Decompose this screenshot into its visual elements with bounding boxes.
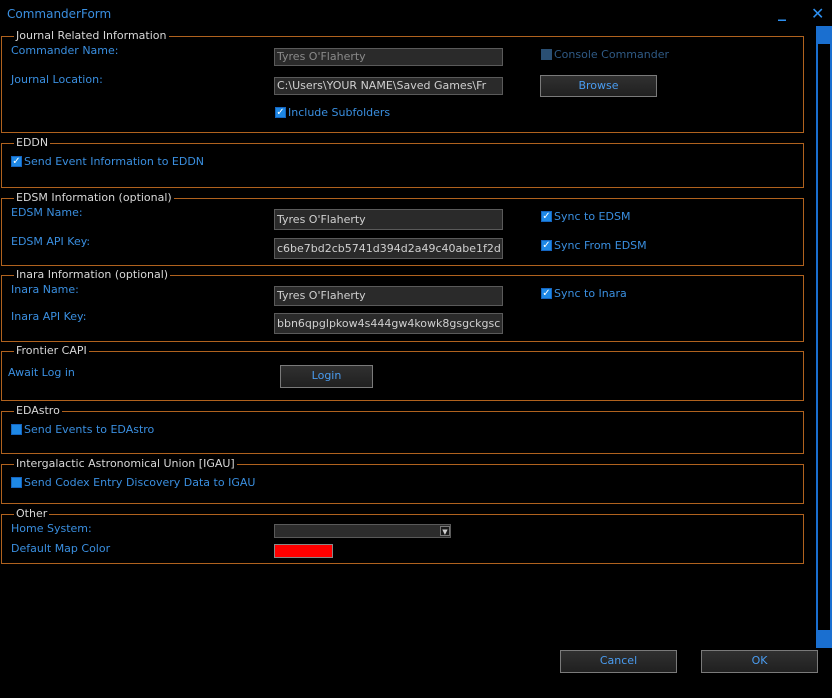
capi-legend: Frontier CAPI — [14, 344, 89, 358]
window-title: CommanderForm — [7, 7, 112, 21]
eddn-legend: EDDN — [14, 136, 51, 150]
edastro-legend: EDAstro — [14, 404, 62, 418]
close-button[interactable]: ✕ — [811, 6, 824, 22]
console-commander-checkbox[interactable] — [541, 49, 552, 60]
map-color-swatch[interactable] — [274, 544, 333, 558]
inara-legend: Inara Information (optional) — [14, 268, 171, 282]
edsm-api-key-label: EDSM API Key: — [11, 235, 91, 248]
inara-name-input[interactable]: Tyres O'Flaherty — [274, 286, 503, 306]
edsm-name-input[interactable]: Tyres O'Flaherty — [274, 209, 503, 230]
capi-group: Frontier CAPI — [1, 344, 804, 401]
chevron-down-icon[interactable]: ▼ — [440, 526, 450, 536]
commander-name-label: Commander Name: — [11, 44, 119, 57]
browse-button[interactable]: Browse — [540, 75, 657, 97]
scrollbar-track — [818, 44, 830, 630]
cancel-button[interactable]: Cancel — [560, 650, 677, 673]
home-system-label: Home System: — [11, 522, 92, 535]
vertical-scrollbar[interactable] — [816, 26, 832, 648]
edastro-send-label: Send Events to EDAstro — [24, 423, 155, 436]
inara-name-label: Inara Name: — [11, 283, 79, 296]
include-subfolders-checkbox[interactable]: ✓ — [275, 107, 286, 118]
login-button[interactable]: Login — [280, 365, 373, 388]
journal-legend: Journal Related Information — [14, 29, 169, 43]
sync-to-edsm-label: Sync to EDSM — [554, 210, 631, 223]
inara-api-key-label: Inara API Key: — [11, 310, 87, 323]
other-legend: Other — [14, 507, 50, 521]
edsm-name-label: EDSM Name: — [11, 206, 83, 219]
igau-legend: Intergalactic Astronomical Union [IGAU] — [14, 457, 237, 471]
capi-status-label: Await Log in — [8, 366, 75, 379]
sync-from-edsm-checkbox[interactable]: ✓ — [541, 240, 552, 251]
commander-name-input[interactable]: Tyres O'Flaherty — [274, 48, 503, 66]
igau-send-label: Send Codex Entry Discovery Data to IGAU — [24, 476, 256, 489]
igau-send-checkbox[interactable] — [11, 477, 22, 488]
sync-to-inara-checkbox[interactable]: ✓ — [541, 288, 552, 299]
eddn-send-label: Send Event Information to EDDN — [24, 155, 205, 168]
sync-from-edsm-label: Sync From EDSM — [554, 239, 647, 252]
journal-location-label: Journal Location: — [11, 73, 103, 86]
other-group: Other — [1, 507, 804, 564]
sync-to-edsm-checkbox[interactable]: ✓ — [541, 211, 552, 222]
ok-button[interactable]: OK — [701, 650, 818, 673]
default-map-color-label: Default Map Color — [11, 542, 111, 555]
home-system-dropdown[interactable] — [274, 524, 451, 538]
minimize-button[interactable]: _ — [778, 4, 786, 20]
edsm-legend: EDSM Information (optional) — [14, 191, 174, 205]
sync-to-inara-label: Sync to Inara — [554, 287, 627, 300]
include-subfolders-label: Include Subfolders — [288, 106, 391, 119]
journal-location-input[interactable]: C:\Users\YOUR NAME\Saved Games\Fr — [274, 77, 503, 95]
inara-api-key-input[interactable]: bbn6qpglpkow4s444gw4kowk8gsgckgsc — [274, 313, 503, 334]
edsm-api-key-input[interactable]: c6be7bd2cb5741d394d2a49c40abe1f2d — [274, 238, 503, 259]
eddn-send-checkbox[interactable]: ✓ — [11, 156, 22, 167]
edastro-send-checkbox[interactable] — [11, 424, 22, 435]
console-commander-label: Console Commander — [554, 48, 669, 61]
